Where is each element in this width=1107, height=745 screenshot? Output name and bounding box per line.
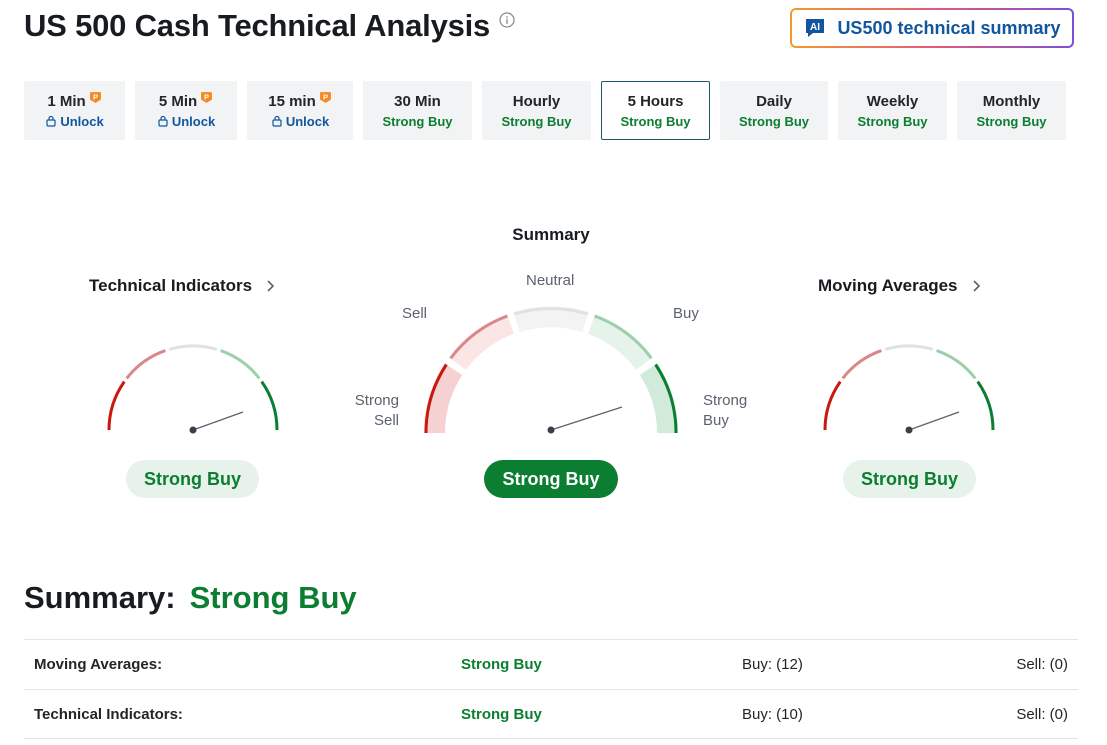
technical-indicators-gauge <box>107 344 279 434</box>
tab-label: Hourly <box>512 92 561 110</box>
tab-status: Strong Buy <box>857 113 928 129</box>
technical-indicators-result-badge: Strong Buy <box>126 460 259 498</box>
moving-averages-title[interactable]: Moving Averages <box>818 276 982 296</box>
gauge-needle-pivot <box>905 426 913 434</box>
chevron-right-icon <box>972 280 980 292</box>
tab-label: Daily <box>756 92 792 110</box>
tab-hourly[interactable]: Hourly Strong Buy <box>482 81 591 140</box>
tab-label: 1 Min <box>47 92 86 110</box>
table-row: Technical Indicators: Strong Buy Buy: (1… <box>24 689 1078 739</box>
tab-status: Strong Buy <box>738 113 810 129</box>
moving-averages-result-badge: Strong Buy <box>843 460 976 498</box>
ai-technical-summary-button[interactable]: AI US500 technical summary <box>790 8 1074 48</box>
technical-indicators-title[interactable]: Technical Indicators <box>89 276 276 296</box>
row-status: Strong Buy <box>461 656 542 673</box>
pro-icon: P <box>319 91 331 103</box>
gauge-label-neutral: Neutral <box>526 272 575 289</box>
tab-1-min[interactable]: 1 Min P Unlock <box>24 81 125 140</box>
tab-label: 5 Hours <box>627 92 684 110</box>
gauge-label-strong-buy: Strong Buy <box>703 391 747 431</box>
tab-15-min[interactable]: 15 min P Unlock <box>247 81 353 140</box>
row-name: Technical Indicators: <box>34 706 183 723</box>
gauge-needle <box>908 411 960 431</box>
summary-result-text: Strong Buy <box>502 468 600 489</box>
tab-label: 30 Min <box>394 92 441 110</box>
row-status: Strong Buy <box>461 706 542 723</box>
info-icon[interactable] <box>499 12 515 28</box>
table-row: Moving Averages: Strong Buy Buy: (12) Se… <box>24 639 1078 689</box>
moving-averages-title-text: Moving Averages <box>818 276 958 295</box>
tab-status: Unlock <box>285 113 330 129</box>
summary-heading-label: Summary: <box>24 580 176 615</box>
tab-status: Unlock <box>171 113 216 129</box>
pro-icon: P <box>89 91 101 103</box>
technical-indicators-result-text: Strong Buy <box>144 468 241 489</box>
gauge-label-strong-buy-line1: Strong <box>703 392 748 409</box>
svg-text:P: P <box>204 92 209 101</box>
page-title-text: US 500 Cash Technical Analysis <box>24 8 491 43</box>
summary-gauge <box>423 306 679 434</box>
gauge-needle-pivot <box>547 426 555 434</box>
tab-weekly[interactable]: Weekly Strong Buy <box>838 81 947 140</box>
svg-text:P: P <box>93 92 98 101</box>
moving-averages-result-text: Strong Buy <box>861 468 958 489</box>
gauge-needle <box>192 411 244 431</box>
gauge-label-strong-sell-line1: Strong <box>354 392 399 409</box>
lock-icon <box>46 115 56 127</box>
row-buy-count: Buy: (10) <box>742 706 803 723</box>
tab-5-hours[interactable]: 5 Hours Strong Buy <box>601 81 710 140</box>
tab-label: Weekly <box>866 92 919 110</box>
svg-text:P: P <box>323 92 328 101</box>
summary-table: Moving Averages: Strong Buy Buy: (12) Se… <box>24 639 1078 739</box>
summary-gauge-title: Summary <box>512 225 590 244</box>
gauge-label-strong-buy-line2: Buy <box>703 412 729 429</box>
lock-icon <box>272 115 282 127</box>
svg-text:AI: AI <box>810 22 820 33</box>
tab-status: Unlock <box>60 113 104 129</box>
tab-30-min[interactable]: 30 Min Strong Buy <box>363 81 472 140</box>
pro-icon: P <box>201 91 213 103</box>
ai-icon: AI <box>806 19 825 37</box>
tab-status: Strong Buy <box>501 113 572 129</box>
tab-label: 5 Min <box>158 92 198 110</box>
row-sell-count: Sell: (0) <box>1016 656 1068 673</box>
moving-averages-gauge <box>823 344 995 434</box>
tab-status: Strong Buy <box>620 113 691 129</box>
tab-status: Strong Buy <box>976 113 1047 129</box>
lock-icon <box>158 115 168 127</box>
row-sell-count: Sell: (0) <box>1016 706 1068 723</box>
tab-monthly[interactable]: Monthly Strong Buy <box>957 81 1066 140</box>
row-name: Moving Averages: <box>34 656 163 673</box>
technical-indicators-title-text: Technical Indicators <box>89 276 253 295</box>
tab-daily[interactable]: Daily Strong Buy <box>720 81 828 140</box>
tab-5-min[interactable]: 5 Min P Unlock <box>135 81 237 140</box>
tab-label: 15 min <box>268 92 316 110</box>
tab-status: Strong Buy <box>382 113 453 129</box>
summary-heading-value: Strong Buy <box>189 580 357 615</box>
gauge-label-strong-sell: Strong Sell <box>340 391 399 431</box>
page-title: US 500 Cash Technical Analysis <box>24 8 515 44</box>
gauge-label-strong-sell-line2: Sell <box>373 412 399 429</box>
gauge-needle-pivot <box>189 426 197 434</box>
gauge-needle <box>550 406 623 431</box>
tab-label: Monthly <box>982 92 1041 110</box>
chevron-right-icon <box>267 280 275 292</box>
row-buy-count: Buy: (12) <box>742 656 803 673</box>
summary-result-badge: Strong Buy <box>484 460 618 498</box>
ai-button-label: US500 technical summary <box>837 17 1061 38</box>
summary-heading: Summary: Strong Buy <box>24 580 357 616</box>
